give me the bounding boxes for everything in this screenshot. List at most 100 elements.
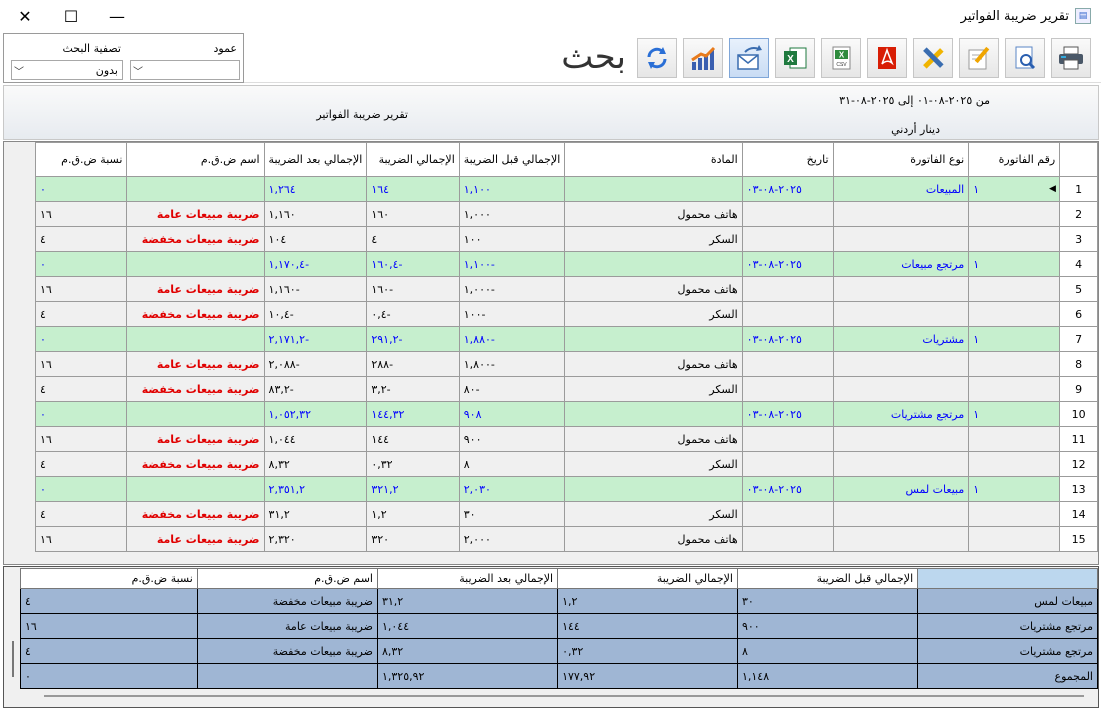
summary-label-cell[interactable]: مرتجع مشتريات	[917, 613, 1098, 639]
tax-rate-cell[interactable]: ١٦	[34, 201, 128, 227]
invoice-number-cell[interactable]	[968, 276, 1061, 302]
tax-name-cell[interactable]: ضريبة مبيعات مخفضة	[126, 451, 265, 477]
invoice-number-cell[interactable]	[968, 301, 1061, 327]
invoice-line-row[interactable]: 9 السكر -٨٠ -٣,٢ -٨٣,٢ ضريبة مبيعات مخفضة ٤	[34, 376, 1098, 402]
edit-button[interactable]	[959, 38, 999, 78]
refresh-button[interactable]	[637, 38, 677, 78]
tax-total-cell[interactable]: ٤	[366, 226, 460, 252]
tax-rate-cell[interactable]: ٠	[34, 251, 128, 277]
invoice-line-row[interactable]: 5 هاتف محمول -١,٠٠٠ -١٦٠ -١,١٦٠ ضريبة مبيعات …	[34, 276, 1098, 302]
date-cell[interactable]	[741, 376, 834, 402]
invoice-number-cell[interactable]	[968, 226, 1061, 252]
column-header[interactable]: رقم الفاتورة	[968, 142, 1061, 177]
invoice-number-cell[interactable]	[968, 201, 1061, 227]
invoice-number-cell[interactable]	[968, 426, 1061, 452]
invoice-type-cell[interactable]	[832, 301, 970, 327]
invoice-type-cell[interactable]	[832, 351, 970, 377]
total-before-tax-cell[interactable]: -١٠٠	[458, 301, 566, 327]
summary-horizontal-scrollbar[interactable]	[44, 695, 1084, 697]
summary-tax-cell[interactable]: ٠,٣٢	[557, 638, 738, 664]
summary-row[interactable]: مبيعات لمس ٣٠ ١,٢ ٣١,٢ ضريبة مبيعات مخفضة ٤	[20, 588, 1098, 614]
summary-rate-cell[interactable]: ١٦	[20, 613, 198, 639]
summary-before-tax-cell[interactable]: ٣٠	[736, 588, 919, 614]
tax-name-cell[interactable]	[126, 401, 265, 427]
total-before-tax-cell[interactable]: -١,٨٠٠	[458, 351, 566, 377]
tax-rate-cell[interactable]: ١٦	[34, 276, 128, 302]
column-header[interactable]: الإجمالي الضريبة	[366, 142, 460, 177]
invoice-number-cell[interactable]	[968, 501, 1061, 527]
invoice-type-cell[interactable]: مرتجع مبيعات	[832, 251, 970, 277]
date-cell[interactable]	[741, 301, 834, 327]
invoice-line-row[interactable]: 15 هاتف محمول ٢,٠٠٠ ٣٢٠ ٢,٣٢٠ ضريبة مبيعات عا…	[34, 526, 1098, 552]
total-after-tax-cell[interactable]: ٢,٣٥١,٢	[263, 476, 368, 502]
invoice-line-row[interactable]: 11 هاتف محمول ٩٠٠ ١٤٤ ١,٠٤٤ ضريبة مبيعات عامة…	[34, 426, 1098, 452]
tax-name-cell[interactable]: ضريبة مبيعات عامة	[126, 426, 265, 452]
tax-name-cell[interactable]: ضريبة مبيعات مخفضة	[126, 301, 265, 327]
column-header[interactable]: تاريخ	[741, 142, 834, 177]
tax-name-cell[interactable]: ضريبة مبيعات مخفضة	[126, 376, 265, 402]
tax-total-cell[interactable]: ١,٢	[366, 501, 460, 527]
invoice-type-cell[interactable]	[832, 276, 970, 302]
summary-row[interactable]: مرتجع مشتريات ٨ ٠,٣٢ ٨,٣٢ ضريبة مبيعات مخفضة…	[20, 638, 1098, 664]
total-after-tax-cell[interactable]: -١,١٧٠,٤	[263, 251, 368, 277]
invoice-number-cell[interactable]: ١	[968, 251, 1061, 277]
item-cell[interactable]: السكر	[564, 501, 743, 527]
tax-total-cell[interactable]: ٣٢٠	[366, 526, 460, 552]
date-cell[interactable]: ٢٠٢٥-٠٨-٠٣	[741, 476, 834, 502]
invoice-type-cell[interactable]	[832, 201, 970, 227]
summary-column-header[interactable]: اسم ض.ق.م	[196, 568, 378, 589]
invoice-number-cell[interactable]	[968, 351, 1061, 377]
column-header[interactable]: نوع الفاتورة	[832, 142, 970, 177]
tax-rate-cell[interactable]: ٠	[34, 476, 128, 502]
date-cell[interactable]	[741, 226, 834, 252]
row-number[interactable]: 11	[1059, 426, 1098, 452]
total-after-tax-cell[interactable]: -٨٣,٢	[263, 376, 368, 402]
tax-name-cell[interactable]	[126, 176, 265, 202]
item-cell[interactable]: السكر	[564, 226, 743, 252]
invoice-line-row[interactable]: 6 السكر -١٠٠ -٠,٤ -١٠,٤ ضريبة مبيعات مخفضة ٤	[34, 301, 1098, 327]
invoice-number-cell[interactable]	[968, 526, 1061, 552]
item-cell[interactable]	[564, 176, 743, 202]
total-after-tax-cell[interactable]: -٢,٠٨٨	[263, 351, 368, 377]
tax-rate-cell[interactable]: ٤	[34, 301, 128, 327]
invoice-group-row[interactable]: 7 ١ مشتريات ٢٠٢٥-٠٨-٠٣ -١,٨٨٠ -٢٩١,٢ -٢,١٧١,٢ ٠	[34, 326, 1098, 352]
total-after-tax-cell[interactable]: -١٠,٤	[263, 301, 368, 327]
tax-total-cell[interactable]: -٣,٢	[366, 376, 460, 402]
column-combo[interactable]: ﹀	[130, 60, 240, 80]
invoice-type-cell[interactable]	[832, 526, 970, 552]
invoice-line-row[interactable]: 12 السكر ٨ ٠,٣٢ ٨,٣٢ ضريبة مبيعات مخفضة ٤	[34, 451, 1098, 477]
date-cell[interactable]	[741, 201, 834, 227]
tax-total-cell[interactable]: -١٦٠	[366, 276, 460, 302]
tax-rate-cell[interactable]: ٤	[34, 376, 128, 402]
invoice-number-cell[interactable]	[968, 451, 1061, 477]
invoice-group-row[interactable]: 10 ١ مرتجع مشتريات ٢٠٢٥-٠٨-٠٣ ٩٠٨ ١٤٤,٣٢ ١,٠٥٢…	[34, 401, 1098, 427]
summary-after-tax-cell[interactable]: ٨,٣٢	[376, 638, 559, 664]
invoice-type-cell[interactable]	[832, 376, 970, 402]
tax-rate-cell[interactable]: ١٦	[34, 526, 128, 552]
tax-rate-cell[interactable]: ١٦	[34, 426, 128, 452]
tax-total-cell[interactable]: ١٦٤	[366, 176, 460, 202]
date-cell[interactable]: ٢٠٢٥-٠٨-٠٣	[741, 326, 834, 352]
summary-before-tax-cell[interactable]: ٩٠٠	[736, 613, 919, 639]
tax-total-cell[interactable]: -١٦٠,٤	[366, 251, 460, 277]
date-cell[interactable]	[741, 351, 834, 377]
invoice-type-cell[interactable]: مرتجع مشتريات	[832, 401, 970, 427]
summary-tax-name-cell[interactable]: ضريبة مبيعات مخفضة	[196, 588, 378, 614]
date-cell[interactable]: ٢٠٢٥-٠٨-٠٣	[741, 176, 834, 202]
tax-total-cell[interactable]: ١٤٤	[366, 426, 460, 452]
date-cell[interactable]	[741, 501, 834, 527]
date-cell[interactable]: ٢٠٢٥-٠٨-٠٣	[741, 251, 834, 277]
date-cell[interactable]	[741, 451, 834, 477]
row-number[interactable]: 10	[1059, 401, 1098, 427]
total-before-tax-cell[interactable]: ١,٠٠٠	[458, 201, 566, 227]
invoice-line-row[interactable]: 2 هاتف محمول ١,٠٠٠ ١٦٠ ١,١٦٠ ضريبة مبيعات عام…	[34, 201, 1098, 227]
tax-rate-cell[interactable]: ٤	[34, 501, 128, 527]
invoice-type-cell[interactable]: مشتريات	[832, 326, 970, 352]
total-after-tax-cell[interactable]: -٢,١٧١,٢	[263, 326, 368, 352]
excel-button[interactable]: X	[775, 38, 815, 78]
grid-scroll-area[interactable]	[4, 142, 34, 564]
total-before-tax-cell[interactable]: ١٠٠	[458, 226, 566, 252]
column-header[interactable]: الإجمالي بعد الضريبة	[263, 142, 368, 177]
invoice-group-row[interactable]: 13 ١ مبيعات لمس ٢٠٢٥-٠٨-٠٣ ٢,٠٣٠ ٣٢١,٢ ٢,٣٥١,٢…	[34, 476, 1098, 502]
tax-total-cell[interactable]: ١٤٤,٣٢	[366, 401, 460, 427]
